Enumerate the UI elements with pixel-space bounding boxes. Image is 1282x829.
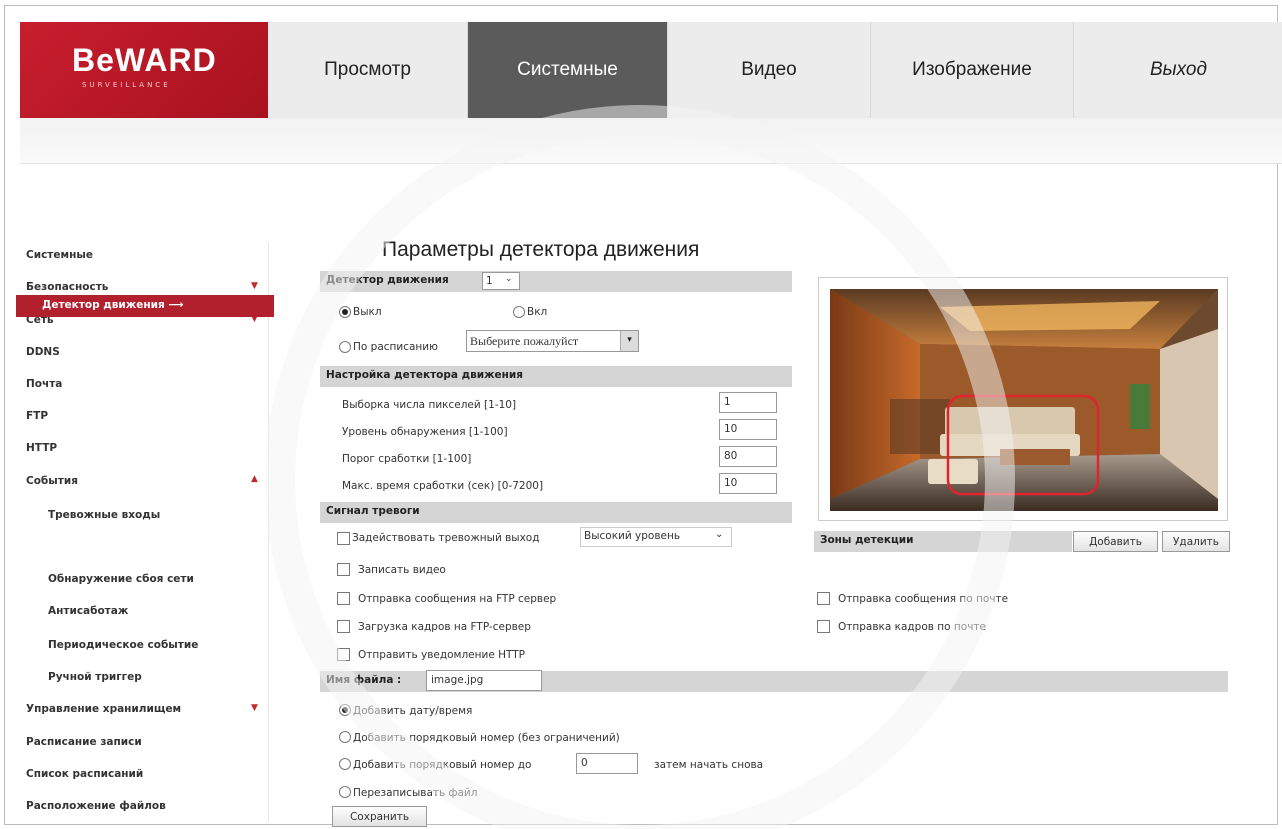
nav-tab-view[interactable]: Просмотр [268,22,468,118]
alarm-level-select[interactable]: Высокий уровень ⌄ [580,527,732,547]
sidebar-item-record-schedule[interactable]: Расписание записи [26,736,142,748]
sidebar-item-file-location[interactable]: Расположение файлов [26,800,166,812]
http-notify-label: Отправить уведомление HTTP [358,649,525,661]
sidebar-item-ftp[interactable]: FTP [26,410,48,422]
sidebar-item-mail[interactable]: Почта [26,378,62,390]
alarm-out-label: Задействовать тревожный выход [352,532,540,544]
page-title: Параметры детектора движения [382,238,700,261]
radio-on-label: Вкл [527,306,548,318]
sidebar-item-system[interactable]: Системные [26,249,93,261]
chevron-down-icon[interactable]: ▾ [620,331,638,351]
pixels-label: Выборка числа пикселей [1-10] [342,399,517,411]
sidebar-item-schedule-list[interactable]: Список расписаний [26,768,143,780]
maxtime-input[interactable]: 10 [719,473,777,494]
nav-tab-video[interactable]: Видео [668,22,871,118]
sidebar-item-http[interactable]: HTTP [26,442,57,454]
sidebar-item-periodic[interactable]: Периодическое событие [48,639,198,651]
room-preview-image [830,289,1218,511]
threshold-input[interactable]: 80 [719,446,777,467]
expand-arrow-icon[interactable]: ▼ [251,281,258,291]
sidebar-item-network-failure[interactable]: Обнаружение сбоя сети [48,573,194,585]
top-nav-strip [20,118,1282,164]
mail-frames-checkbox[interactable] [817,620,830,633]
nav-tab-exit[interactable]: Выход [1074,22,1282,118]
mail-frames-label: Отправка кадров по почте [838,621,986,633]
maxtime-label: Макс. время сработки (сек) [0-7200] [342,480,544,492]
logo-subtitle: SURVEILLANCE [82,81,171,89]
record-video-checkbox[interactable] [337,563,350,576]
seq-to-input[interactable]: 0 [576,753,638,774]
radio-schedule[interactable] [339,341,351,353]
sidebar-item-motion-detector[interactable]: Детектор движения ⟶ [16,295,274,317]
sidebar-item-tamper[interactable]: Антисаботаж [48,605,128,617]
zones-header: Зоны детекции [814,531,1072,552]
delete-zone-button[interactable]: Удалить [1162,531,1230,552]
filename-input[interactable]: image.jpg [426,670,542,691]
pixels-input[interactable]: 1 [719,392,777,413]
filename-label: Имя файла : [326,674,402,686]
brand-logo: BeWARD SURVEILLANCE [20,22,268,118]
seq-to-label: Добавить порядковый номер до [353,759,532,771]
sidebar-item-security[interactable]: Безопасность [26,281,108,293]
expand-arrow-icon[interactable]: ▼ [251,703,258,713]
sidebar-item-label: Детектор движения [42,299,165,311]
add-zone-button[interactable]: Добавить [1073,531,1158,552]
radio-off[interactable] [339,306,351,318]
sidebar-item-ddns[interactable]: DDNS [26,346,60,358]
level-label: Уровень обнаружения [1-100] [342,426,508,438]
logo-text: BeWARD [72,42,217,78]
sidebar-item-events[interactable]: События [26,475,78,487]
nav-tab-image[interactable]: Изображение [871,22,1074,118]
chevron-down-icon: ⌄ [505,274,513,284]
mail-message-checkbox[interactable] [817,592,830,605]
arrow-right-icon: ⟶ [168,299,184,311]
radio-seq-unlimited[interactable] [339,731,351,743]
alarm-level-value: Высокий уровень [584,530,681,542]
add-datetime-label: Добавить дату/время [353,705,473,717]
detector-select[interactable]: 1 ⌄ [482,272,520,290]
radio-schedule-label: По расписанию [353,341,438,353]
record-video-label: Записать видео [358,564,446,576]
detector-header: Детектор движения [320,271,792,292]
ftp-message-label: Отправка сообщения на FTP сервер [358,593,557,605]
level-input[interactable]: 10 [719,419,777,440]
seq-unlimited-label: Добавить порядковый номер (без ограничен… [353,732,620,744]
threshold-label: Порог сработки [1-100] [342,453,472,465]
nav-tab-system[interactable]: Системные [468,22,668,118]
radio-overwrite[interactable] [339,786,351,798]
radio-add-datetime[interactable] [339,704,351,716]
radio-on[interactable] [513,306,525,318]
ftp-message-checkbox[interactable] [337,592,350,605]
radio-off-label: Выкл [353,306,382,318]
overwrite-label: Перезаписывать файл [353,787,478,799]
ftp-frames-label: Загрузка кадров на FTP-сервер [358,621,531,633]
sidebar-divider [268,242,269,822]
alarm-out-checkbox[interactable] [337,532,350,545]
detector-label: Детектор движения [326,274,449,286]
chevron-down-icon: ⌄ [715,529,724,540]
sidebar-item-alarm-inputs[interactable]: Тревожные входы [48,509,160,521]
schedule-select[interactable]: Выберите пожалуйст [466,330,639,352]
settings-header: Настройка детектора движения [320,366,792,387]
collapse-arrow-icon[interactable]: ▲ [251,474,258,484]
detector-select-value: 1 [486,275,493,287]
mail-message-label: Отправка сообщения по почте [838,593,1009,605]
schedule-select-value: Выберите пожалуйст [470,334,579,348]
alarm-header: Сигнал тревоги [320,502,792,523]
ftp-frames-checkbox[interactable] [337,620,350,633]
sidebar-item-manual-trigger[interactable]: Ручной триггер [48,671,142,683]
http-notify-checkbox[interactable] [337,648,350,661]
sidebar-item-storage[interactable]: Управление хранилищем [26,703,181,715]
camera-preview[interactable] [818,277,1228,521]
seq-restart-label: затем начать снова [654,759,764,771]
radio-seq-to[interactable] [339,758,351,770]
save-button[interactable]: Сохранить [332,806,427,827]
